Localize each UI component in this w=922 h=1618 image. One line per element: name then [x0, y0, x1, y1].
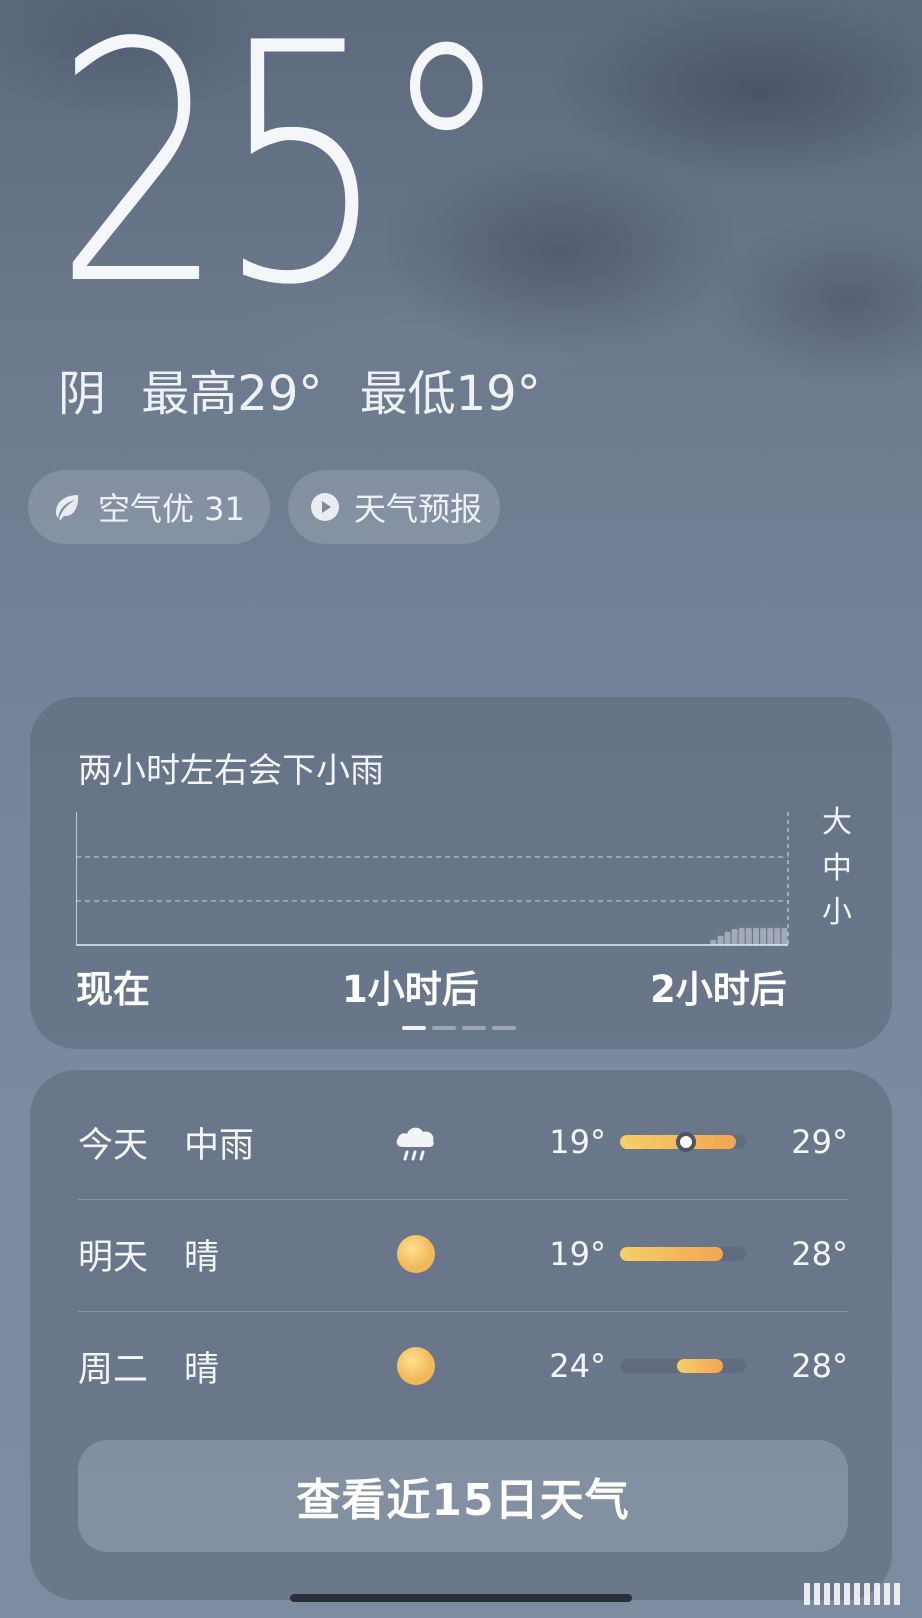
play-icon — [310, 490, 340, 524]
temperature-range-fill — [676, 1359, 724, 1373]
level-heavy: 大 — [822, 805, 852, 840]
rain-bar — [781, 927, 788, 945]
forecast-video-pill[interactable]: 天气预报 — [288, 470, 500, 544]
rain-cloud-icon — [390, 1116, 442, 1168]
temperature-range-fill — [620, 1247, 724, 1261]
forecast-row-0[interactable]: 今天 中雨 19° 29° — [78, 1086, 848, 1198]
page-dot[interactable] — [462, 1026, 486, 1030]
page-dot[interactable] — [492, 1026, 516, 1030]
precipitation-chart — [76, 812, 806, 950]
high-temp: 28° — [791, 1347, 848, 1385]
time-label-now: 现在 — [76, 968, 150, 1011]
page-dot[interactable] — [402, 1026, 426, 1030]
day-name: 周二 — [78, 1349, 149, 1390]
rain-bar — [738, 927, 745, 945]
daily-forecast-card: 今天 中雨 19° 29° 明天晴 19° 28° 周二晴 24° 28° 查看近15日天气 — [30, 1070, 892, 1600]
time-label-2h: 2小时后 — [650, 968, 787, 1011]
rain-bar — [745, 927, 752, 945]
high-temp: 29° — [791, 1123, 848, 1161]
high-temp: 28° — [791, 1235, 848, 1273]
forecast-row-2[interactable]: 周二晴 24° 28° — [78, 1310, 848, 1422]
current-temp-marker — [675, 1132, 696, 1152]
day-condition: 晴 — [184, 1237, 220, 1278]
current-summary: 阴 最高29° 最低19° — [58, 364, 561, 424]
temperature-range-bar — [620, 1359, 746, 1373]
rain-bar — [753, 927, 759, 945]
day-condition: 晴 — [184, 1349, 220, 1390]
temperature-range-bar — [620, 1132, 746, 1152]
sun-icon — [390, 1228, 442, 1280]
forecast-video-label: 天气预报 — [354, 490, 483, 528]
forecast-row-1[interactable]: 明天晴 19° 28° — [78, 1198, 848, 1310]
rain-bar — [731, 929, 738, 945]
low-temp: 24° — [549, 1347, 606, 1385]
high-temperature: 最高29° — [141, 366, 323, 422]
page-dot[interactable] — [432, 1026, 456, 1030]
rain-bar — [774, 927, 781, 945]
time-label-1h: 1小时后 — [342, 968, 479, 1011]
watermark-logo — [804, 1583, 900, 1605]
day-name: 明天 — [78, 1237, 149, 1278]
air-quality-label: 空气优 31 — [98, 490, 245, 528]
rain-bar — [724, 931, 731, 945]
precipitation-card[interactable]: 两小时左右会下小雨 大 中 小 现在 1小时后 2小时后 — [30, 697, 892, 1049]
level-medium: 中 — [822, 851, 852, 886]
precipitation-headline: 两小时左右会下小雨 — [78, 751, 384, 791]
low-temp: 19° — [549, 1123, 606, 1161]
current-temperature: 25° — [54, 0, 514, 357]
low-temperature: 最低19° — [359, 366, 541, 422]
level-light: 小 — [822, 895, 852, 930]
rain-bar — [767, 927, 774, 945]
page-indicator[interactable] — [402, 1026, 516, 1030]
current-condition: 阴 — [58, 366, 107, 422]
rain-bar — [717, 935, 724, 945]
day-condition: 中雨 — [184, 1125, 255, 1166]
low-temp: 19° — [549, 1235, 606, 1273]
day-name: 今天 — [78, 1125, 149, 1166]
view-15-day-button[interactable]: 查看近15日天气 — [78, 1440, 848, 1552]
rain-bar — [710, 939, 717, 945]
leaf-icon — [50, 490, 84, 524]
rain-bar — [760, 927, 767, 945]
air-quality-pill[interactable]: 空气优 31 — [28, 470, 270, 544]
sun-icon — [390, 1340, 442, 1392]
home-indicator[interactable] — [290, 1594, 632, 1602]
temperature-range-bar — [620, 1247, 746, 1261]
